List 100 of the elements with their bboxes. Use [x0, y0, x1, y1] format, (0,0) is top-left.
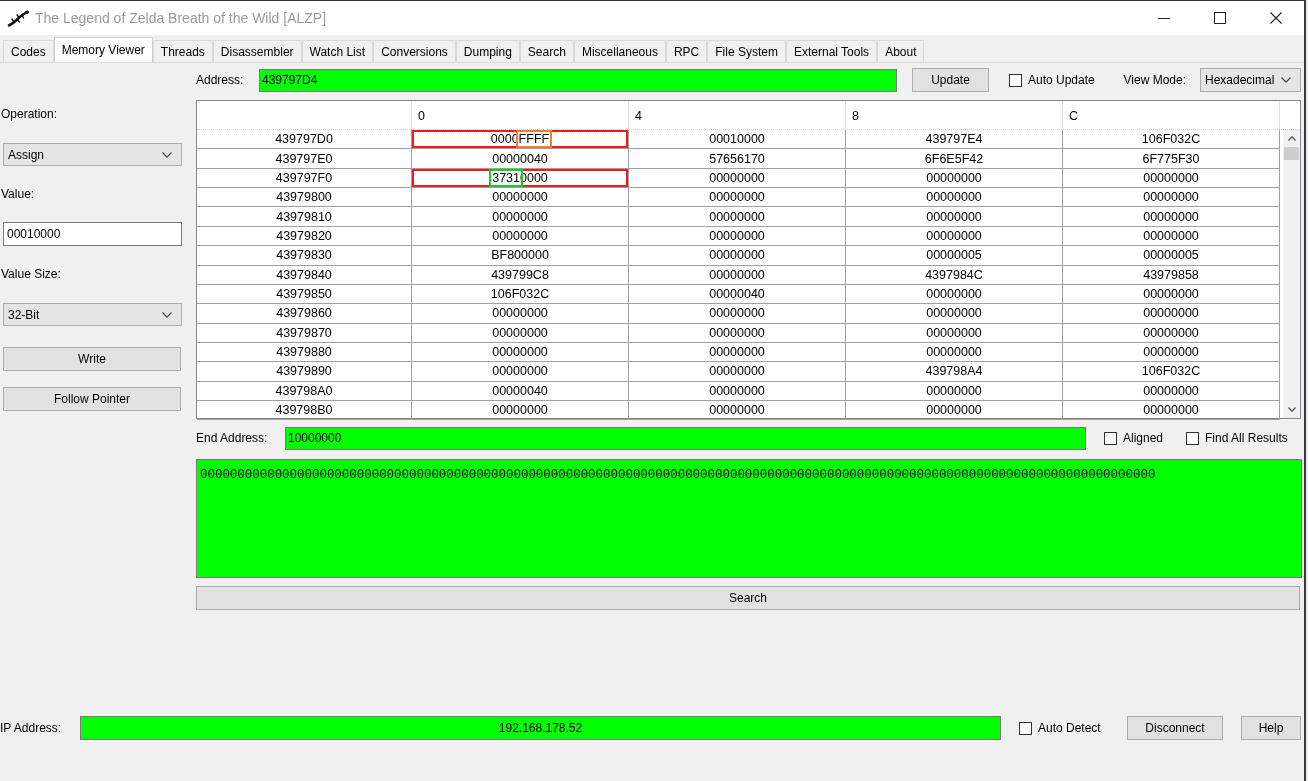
table-cell: 00000000 [1063, 168, 1280, 189]
table-cell: 00000000 [412, 342, 629, 363]
find-all-results-checkbox[interactable]: Find All Results [1186, 431, 1288, 445]
end-address-field[interactable]: 10000000 [285, 426, 1086, 450]
table-cell: 00000005 [846, 246, 1063, 266]
tab[interactable]: Disassembler [212, 40, 302, 62]
chevron-up-icon[interactable] [1287, 136, 1296, 141]
chevron-down-icon[interactable] [1287, 407, 1296, 412]
column-header[interactable]: 4 [635, 109, 642, 123]
search-button[interactable]: Search [196, 586, 1300, 610]
table-cell: 00000000 [1063, 401, 1280, 421]
chevron-down-icon [162, 311, 172, 318]
column-header[interactable]: 0 [418, 109, 425, 123]
tab[interactable]: Watch List [301, 40, 374, 62]
table-cell: 57656170 [629, 149, 846, 169]
address-cell: 43979830 [197, 246, 412, 266]
table-cell: 00000000 [629, 362, 846, 382]
table-cell: 00000000 [846, 188, 1063, 208]
follow-pointer-button[interactable]: Follow Pointer [3, 387, 181, 411]
tab[interactable]: Memory Viewer [53, 37, 153, 62]
window-title: The Legend of Zelda Breath of the Wild [ALZP] [35, 10, 327, 26]
end-address-label: End Address: [196, 431, 269, 445]
table-cell: 00000000 [629, 323, 846, 343]
table-cell: 4397984C [846, 265, 1063, 285]
table-cell: 00000000 [846, 168, 1063, 189]
table-cell: 00000005 [1063, 246, 1280, 266]
address-cell: 439798A0 [197, 381, 412, 402]
tab[interactable]: Dumping [455, 40, 520, 62]
view-mode-label: View Mode: [1123, 73, 1186, 87]
table-cell: 6F775F30 [1063, 149, 1280, 169]
aligned-checkbox[interactable]: Aligned [1104, 431, 1164, 445]
ip-address-label: IP Address: [0, 721, 63, 735]
table-cell: 00000000 [846, 304, 1063, 324]
tab[interactable]: Conversions [373, 40, 456, 62]
address-cell: 43979870 [197, 323, 412, 343]
table-cell: 00000040 [412, 381, 629, 402]
lizard-icon [7, 9, 29, 27]
table-cell: 106F032C [412, 284, 629, 305]
minimize-icon [1158, 17, 1170, 19]
table-cell: 106F032C [1063, 362, 1280, 382]
table-cell: 00000000 [846, 284, 1063, 305]
column-header[interactable]: 8 [852, 109, 859, 123]
table-cell: 00000000 [412, 207, 629, 227]
update-button[interactable]: Update [912, 68, 989, 92]
disconnect-button[interactable]: Disconnect [1127, 716, 1223, 740]
table-cell: 00000000 [629, 401, 846, 421]
address-label: Address: [196, 73, 245, 87]
table-cell: 106F032C [1063, 130, 1280, 150]
tab[interactable]: External Tools [785, 40, 878, 62]
table-cell: 439798A4 [846, 362, 1063, 382]
table-cell: 00000000 [1063, 284, 1280, 305]
table-cell: 00000000 [1063, 342, 1280, 363]
tab[interactable]: About [877, 40, 925, 62]
table-cell: 00000000 [1063, 188, 1280, 208]
value-size-dropdown[interactable]: 32-Bit [3, 303, 182, 326]
auto-update-checkbox[interactable]: Auto Update [1009, 73, 1095, 87]
ip-address-field[interactable]: 192.168.178.52 [80, 716, 1001, 740]
address-cell: 43979810 [197, 207, 412, 227]
tab[interactable]: File System [707, 40, 786, 62]
table-cell: 00000000 [629, 381, 846, 402]
address-cell: 43979860 [197, 304, 412, 324]
write-button[interactable]: Write [3, 347, 181, 371]
column-header[interactable]: C [1069, 109, 1079, 123]
table-cell: 00000000 [1063, 207, 1280, 227]
scrollbar-thumb[interactable] [1284, 147, 1299, 160]
table-cell: 00000000 [629, 246, 846, 266]
tab[interactable]: Miscellaneous [573, 40, 666, 62]
auto-detect-checkbox[interactable]: Auto Detect [1019, 721, 1101, 735]
table-cell: 00000000 [846, 401, 1063, 421]
table-cell: 00000000 [1063, 381, 1280, 402]
address-cell: 43979800 [197, 188, 412, 208]
address-field[interactable]: 439797D4 [259, 68, 897, 92]
view-mode-dropdown[interactable]: Hexadecimal [1200, 68, 1301, 92]
value-label: Value: [1, 187, 35, 201]
address-cell: 43979820 [197, 226, 412, 247]
table-cell: 00000000 [412, 401, 629, 421]
table-cell: 00000000 [1063, 323, 1280, 343]
table-cell: 43979858 [1063, 265, 1280, 285]
value-field[interactable]: 00010000 [3, 222, 182, 246]
address-cell: 43979850 [197, 284, 412, 305]
table-cell: 00000000 [846, 342, 1063, 363]
tab[interactable]: Threads [152, 40, 213, 62]
table-cell: 00000000 [846, 226, 1063, 247]
table-cell: 6F6E5F42 [846, 149, 1063, 169]
address-cell: 439797E0 [197, 149, 412, 169]
table-cell: 00000000 [412, 323, 629, 343]
table-cell: 00000000 [629, 226, 846, 247]
chevron-down-icon [1281, 77, 1291, 83]
table-cell: 00000040 [629, 284, 846, 305]
table-cell: 00000000 [846, 323, 1063, 343]
scrollbar[interactable] [1283, 130, 1300, 418]
table-cell: BF800000 [412, 246, 629, 266]
operation-dropdown[interactable]: Assign [3, 143, 182, 166]
address-cell: 439797F0 [197, 168, 412, 189]
tab[interactable]: Search [519, 40, 574, 62]
search-value-field[interactable]: 00000000000000000000000000000000000000000000000000000000000000000000000000000000000000000000000000000000000000000000000000000000 [196, 459, 1302, 578]
tab[interactable]: RPC [665, 40, 708, 62]
chevron-down-icon [162, 151, 172, 158]
help-button[interactable]: Help [1241, 716, 1301, 740]
tab[interactable]: Codes [3, 40, 54, 62]
